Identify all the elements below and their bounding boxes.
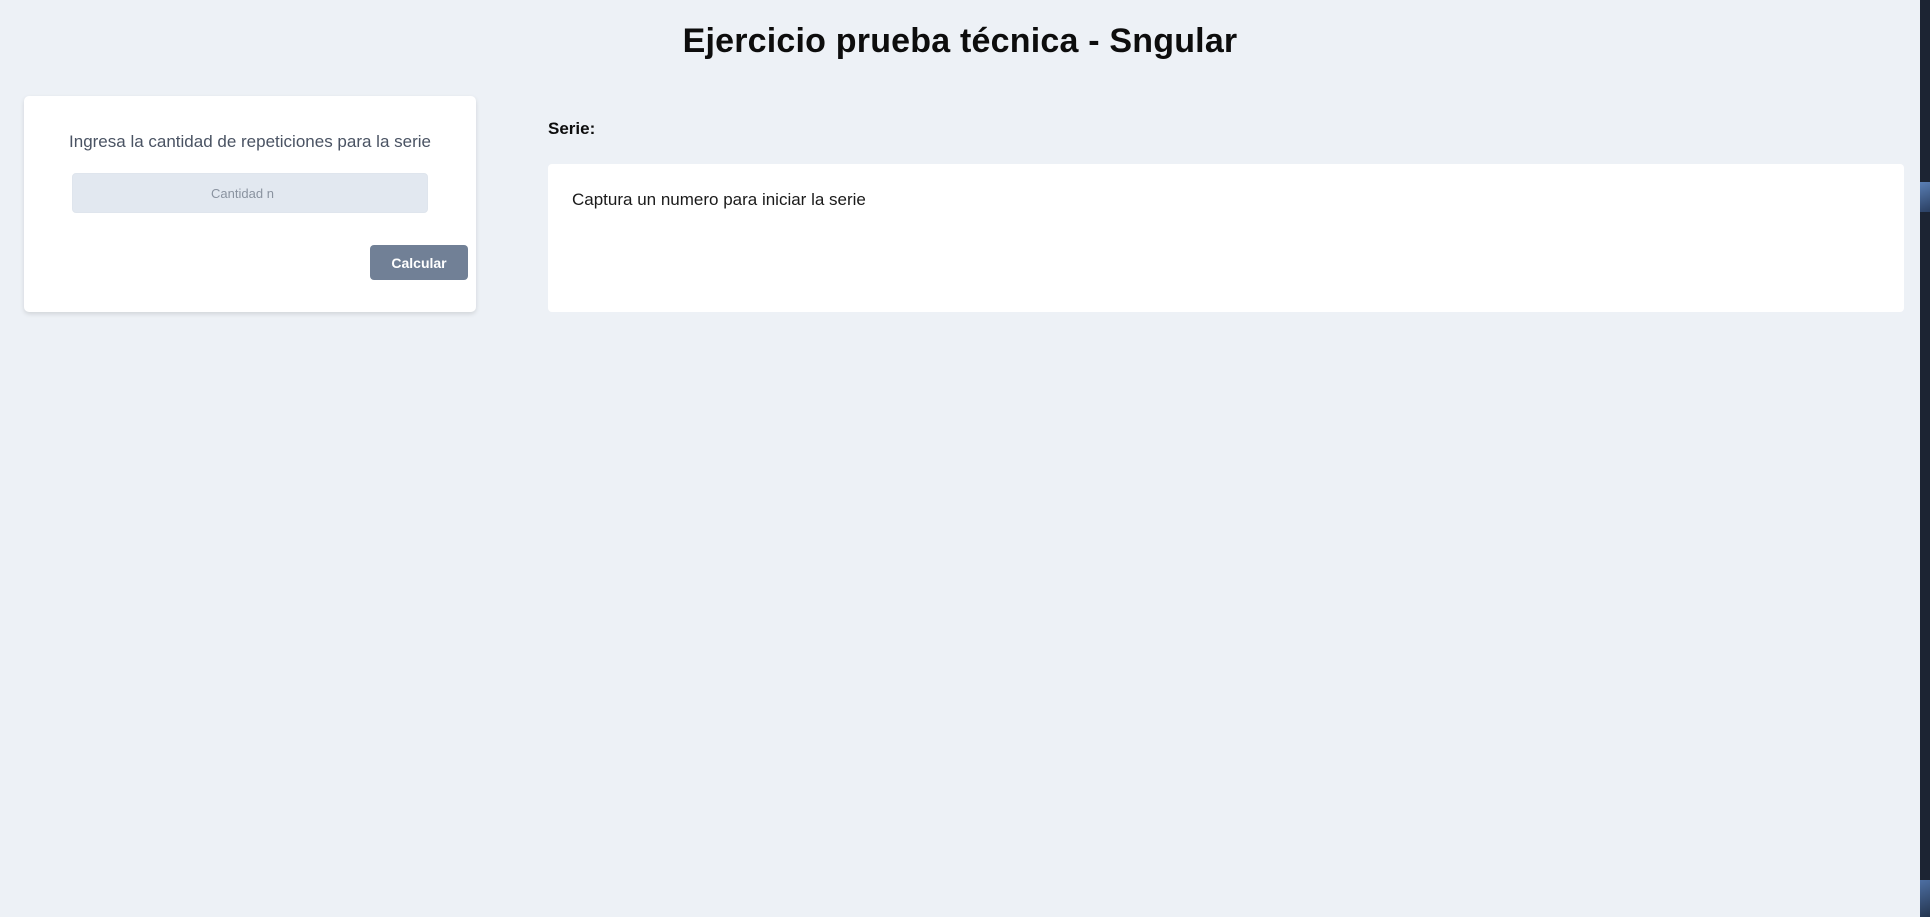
series-label: Serie: [548,119,596,138]
page-title: Ejercicio prueba técnica - Sngular [682,22,1238,60]
calculate-button[interactable]: Calcular [370,245,468,280]
quantity-input[interactable] [72,173,428,213]
input-card: Ingresa la cantidad de repeticiones para… [24,96,476,312]
window-edge-accent [1920,182,1930,212]
series-panel: Captura un numero para iniciar la serie [548,164,1904,312]
series-message: Captura un numero para iniciar la serie [572,190,866,209]
page: Ejercicio prueba técnica - Sngular Ingre… [0,0,1930,917]
input-prompt: Ingresa la cantidad de repeticiones para… [69,132,431,151]
window-edge-accent-bottom [1920,880,1930,917]
window-edge [1920,0,1930,917]
